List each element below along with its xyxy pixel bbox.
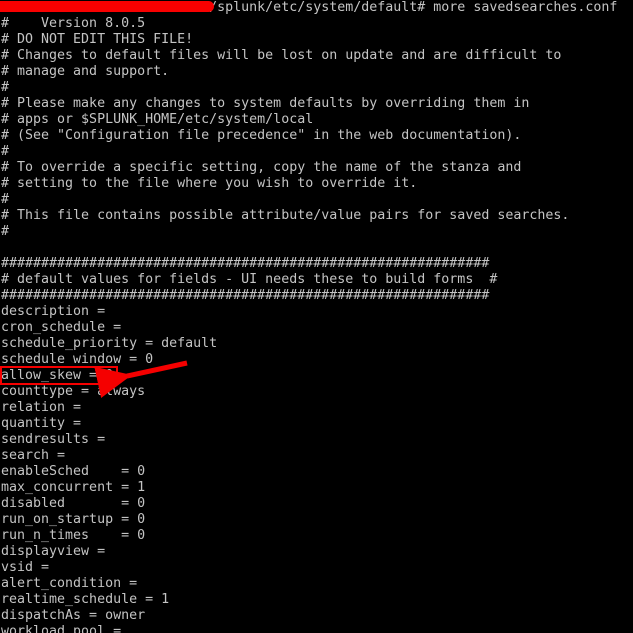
- terminal-output: /splunk/etc/system/default# more savedse…: [0, 0, 633, 633]
- terminal-line: # setting to the file where you wish to …: [1, 176, 418, 191]
- terminal-line: disabled = 0: [1, 496, 146, 511]
- terminal-line: run_on_startup = 0: [1, 512, 146, 527]
- terminal-line: vsid =: [1, 560, 50, 575]
- terminal-line: quantity =: [1, 416, 82, 431]
- terminal-line: # Changes to default files will be lost …: [1, 48, 562, 63]
- terminal-line: # Version 8.0.5: [1, 16, 146, 31]
- terminal-line: cron_schedule =: [1, 320, 122, 335]
- terminal-line: relation =: [1, 400, 82, 415]
- terminal-line: # This file contains possible attribute/…: [1, 208, 570, 223]
- terminal-line: ########################################…: [1, 288, 490, 303]
- terminal-line: dispatchAs = owner: [1, 608, 146, 623]
- terminal-line: #: [1, 224, 10, 239]
- terminal-line: run_n_times = 0: [1, 528, 146, 543]
- terminal-line: description =: [1, 304, 106, 319]
- terminal-line: alert_condition =: [1, 576, 138, 591]
- terminal-window[interactable]: /splunk/etc/system/default# more savedse…: [0, 0, 633, 633]
- terminal-line: schedule_priority = default: [1, 336, 218, 351]
- terminal-line: # Please make any changes to system defa…: [1, 96, 530, 111]
- terminal-line: search =: [1, 448, 66, 463]
- terminal-line: # To override a specific setting, copy t…: [1, 160, 522, 175]
- terminal-line: schedule window = 0: [1, 352, 154, 367]
- terminal-line: #: [1, 144, 10, 159]
- terminal-line: displayview =: [1, 544, 106, 559]
- terminal-line: #: [1, 192, 10, 207]
- terminal-line: ########################################…: [1, 256, 490, 271]
- redaction-bar: [0, 1, 214, 12]
- terminal-line: # default values for fields - UI needs t…: [1, 272, 498, 287]
- terminal-line: counttype = always: [1, 384, 146, 399]
- terminal-line: sendresults =: [1, 432, 106, 447]
- terminal-line: # apps or $SPLUNK_HOME/etc/system/local: [1, 112, 314, 127]
- terminal-line: # (See "Configuration file precedence" i…: [1, 128, 522, 143]
- terminal-line: # manage and support.: [1, 64, 170, 79]
- terminal-line: realtime_schedule = 1: [1, 592, 170, 607]
- terminal-line: enableSched = 0: [1, 464, 146, 479]
- terminal-line: # DO NOT EDIT THIS FILE!: [1, 32, 194, 47]
- terminal-line: workload_pool =: [1, 624, 122, 633]
- terminal-line: max_concurrent = 1: [1, 480, 146, 495]
- terminal-line: allow_skew = 0: [1, 368, 114, 383]
- terminal-line: #: [1, 80, 10, 95]
